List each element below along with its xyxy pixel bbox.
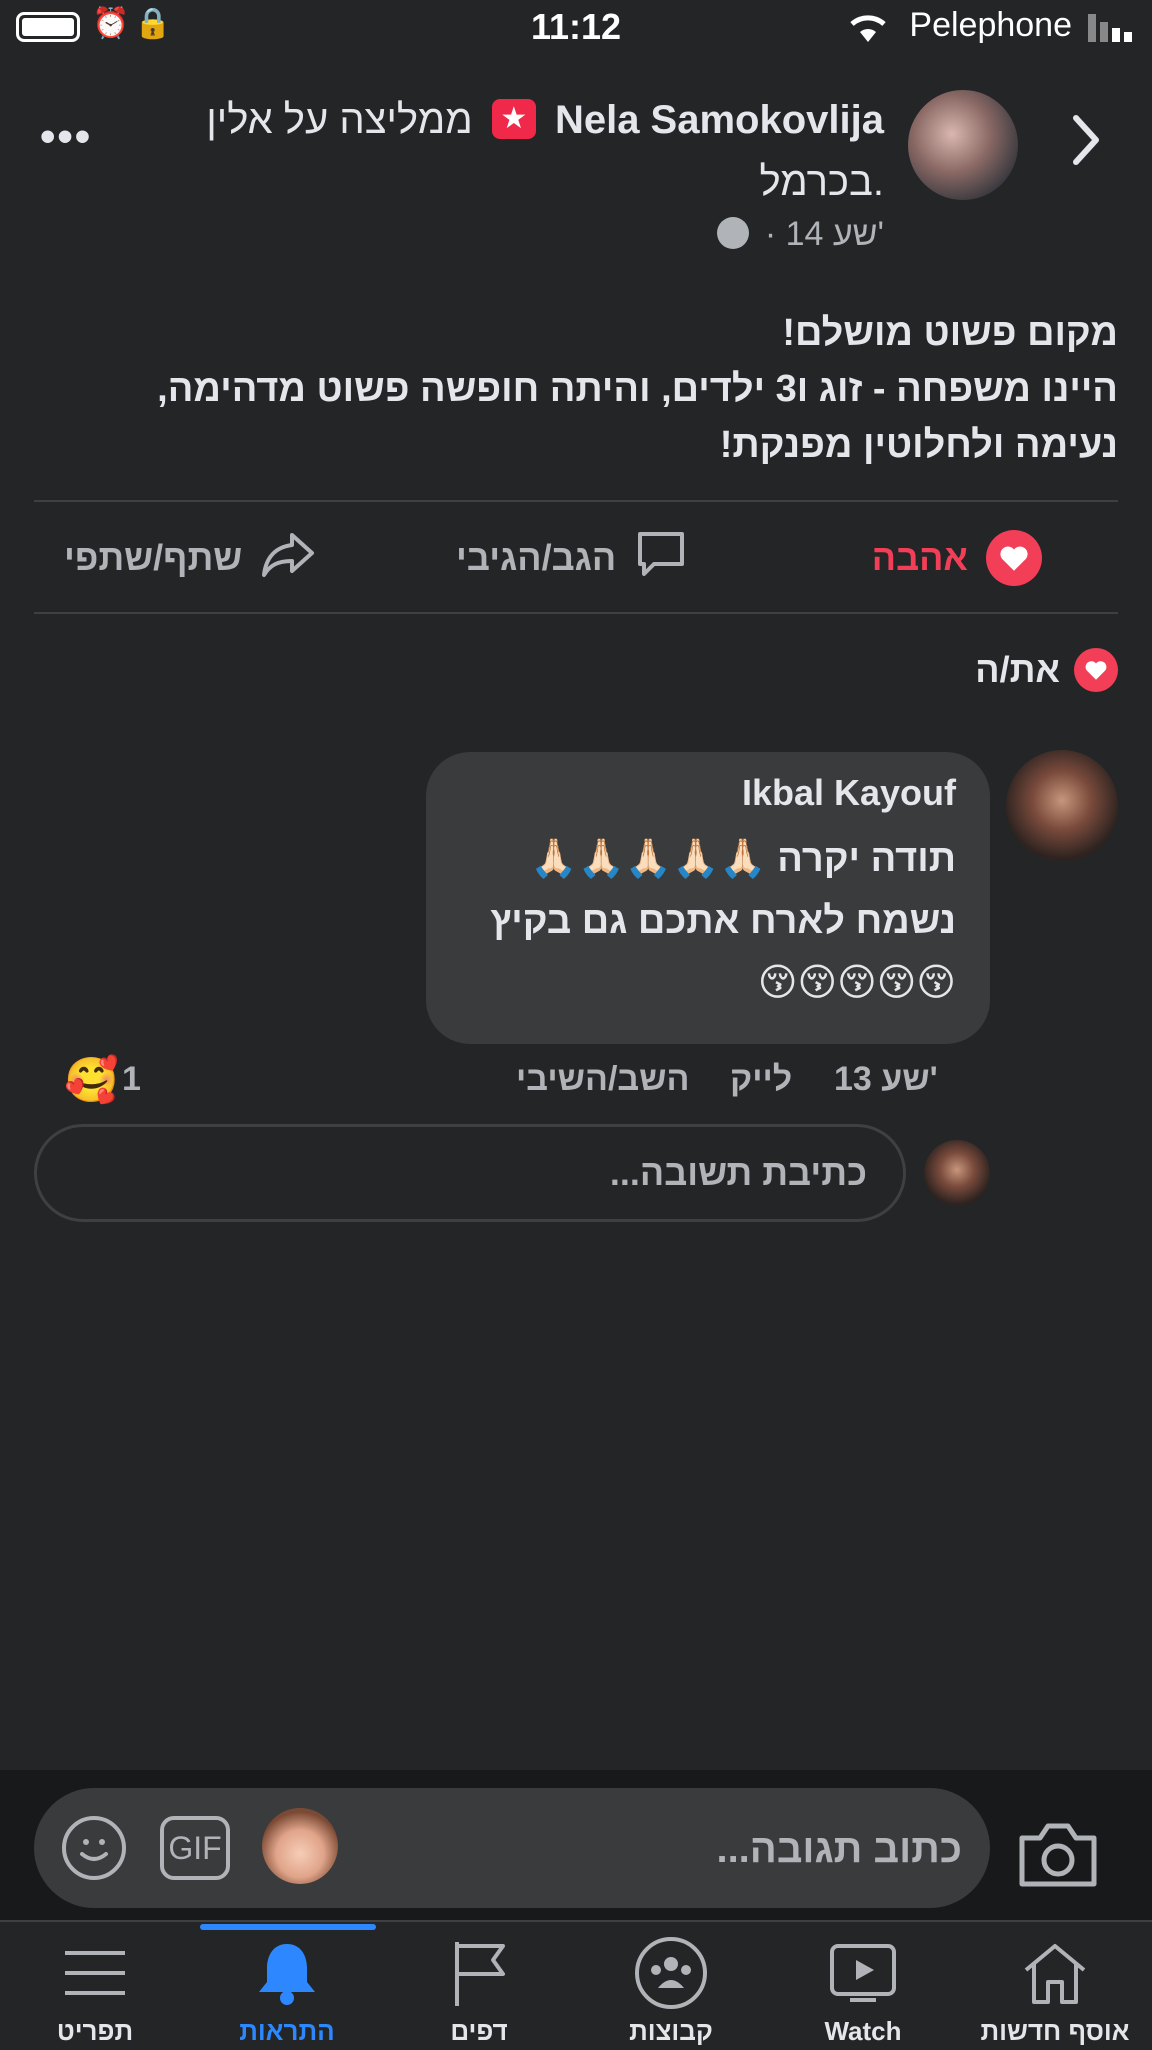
post-body-line: היינו משפחה - זוג ו3 ילדים, והיתה חופשה …: [157, 368, 1118, 410]
reactors-summary[interactable]: את/ה: [975, 648, 1118, 692]
share-label: שתף/שתפי: [64, 537, 243, 578]
nav-label: התראות: [239, 2016, 335, 2046]
post-author-avatar[interactable]: [908, 90, 1018, 200]
love-label: אהבה: [871, 537, 968, 578]
nav-label: תפריט: [56, 2016, 134, 2046]
comment-like-button[interactable]: לייק: [730, 1060, 792, 1099]
comment-icon: [634, 528, 688, 589]
flag-icon: [384, 1936, 574, 2010]
groups-icon: [576, 1936, 766, 2010]
active-tab-indicator: [200, 1924, 376, 1930]
more-options-button[interactable]: •••: [40, 112, 92, 162]
menu-icon: [0, 1936, 190, 2010]
wifi-icon: [846, 10, 890, 49]
nav-watch[interactable]: Watch: [768, 1936, 958, 2047]
comment-bubble[interactable]: Ikbal Kayouf תודה יקרה 🙏🏻🙏🏻🙏🏻🙏🏻🙏🏻 נשמח ל…: [426, 752, 990, 1044]
post-body: מקום פשוט מושלם! היינו משפחה - זוג ו3 יל…: [28, 305, 1118, 473]
signal-icon: [1088, 14, 1132, 47]
chevron-right-icon[interactable]: [1066, 110, 1106, 170]
watch-icon: [768, 1936, 958, 2010]
comment-author[interactable]: Ikbal Kayouf: [460, 772, 956, 814]
divider: [34, 500, 1118, 502]
comment-reply-button[interactable]: השב/השיבי: [516, 1060, 690, 1099]
nav-label: אוסף חדשות: [980, 2016, 1130, 2046]
home-icon: [960, 1936, 1150, 2010]
divider: [34, 612, 1118, 614]
reply-input[interactable]: [34, 1124, 906, 1222]
comment-line: נשמח לארח אתכם גם בקיץ: [490, 900, 956, 942]
commenter-avatar[interactable]: [1006, 750, 1118, 862]
comment-line: תודה יקרה 🙏🏻🙏🏻🙏🏻🙏🏻🙏🏻: [530, 838, 956, 880]
carrier-name: Pelephone: [909, 6, 1072, 44]
reactors-text: את/ה: [975, 649, 1060, 690]
nav-menu[interactable]: תפריט: [0, 1936, 190, 2047]
heart-icon: [1074, 648, 1118, 692]
globe-icon: [717, 217, 750, 249]
post-time[interactable]: 14 שע': [786, 215, 884, 253]
nav-label: Watch: [824, 2016, 902, 2046]
gif-button[interactable]: GIF: [160, 1816, 230, 1880]
post-body-line: מקום פשוט מושלם!: [782, 312, 1118, 354]
nav-home[interactable]: אוסף חדשות: [960, 1936, 1150, 2047]
post-location-line[interactable]: בכרמל.: [759, 160, 884, 205]
share-icon: [260, 529, 316, 588]
bell-icon: [192, 1936, 382, 2010]
love-button[interactable]: אהבה: [872, 530, 1042, 586]
post-body-line: נעימה ולחלוטין מפנקת!: [719, 424, 1118, 466]
emoji-icon[interactable]: [62, 1816, 126, 1880]
camera-icon[interactable]: [1016, 1818, 1100, 1892]
post-meta: · 14 שע': [717, 215, 884, 254]
my-avatar: [924, 1140, 990, 1206]
nav-label: דפים: [450, 2016, 508, 2046]
post-header-line: ממליצה על אלין Nela Samokovlija: [206, 98, 884, 143]
comment-line: 😚😚😚😚😚: [757, 962, 956, 1004]
post-author-name[interactable]: Nela Samokovlija: [555, 98, 884, 142]
comment-label: הגב/הגיבי: [456, 537, 617, 578]
avatar-sticker-button[interactable]: [262, 1808, 338, 1884]
heart-icon: [986, 530, 1042, 586]
recommends-text: ממליצה על אלין: [206, 98, 473, 142]
comment-button[interactable]: הגב/הגיבי: [456, 530, 688, 586]
comment-reaction-count: 1: [122, 1060, 141, 1098]
recommendation-icon: [491, 99, 536, 139]
nav-label: קבוצות: [629, 2016, 713, 2046]
comment-time[interactable]: 13 שע': [834, 1060, 938, 1099]
care-reaction-icon[interactable]: 🥰: [64, 1054, 119, 1106]
nav-pages[interactable]: דפים: [384, 1936, 574, 2047]
comment-text: תודה יקרה 🙏🏻🙏🏻🙏🏻🙏🏻🙏🏻 נשמח לארח אתכם גם ב…: [460, 828, 956, 1014]
nav-groups[interactable]: קבוצות: [576, 1936, 766, 2047]
share-button[interactable]: שתף/שתפי: [64, 530, 316, 586]
nav-notifications[interactable]: התראות: [192, 1936, 382, 2047]
comment-input[interactable]: [370, 1800, 964, 1898]
